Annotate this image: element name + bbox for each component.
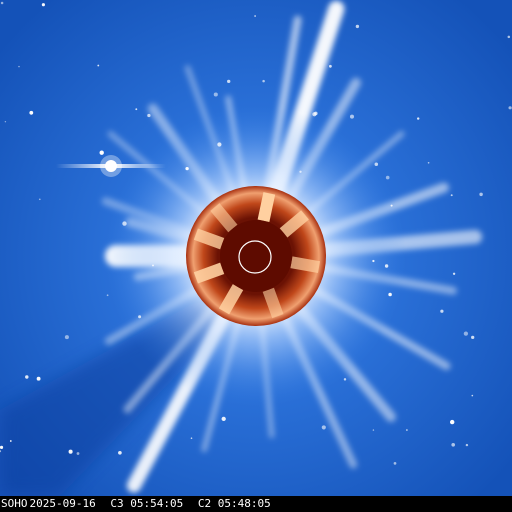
star: [471, 394, 474, 397]
star: [343, 378, 347, 381]
star: [417, 117, 420, 120]
star: [427, 161, 430, 164]
caption-bar: SOHO 2025-09-16 C3 05:54:05 C2 05:48:05: [0, 496, 512, 512]
star: [36, 376, 41, 381]
star: [38, 198, 41, 201]
star: [507, 35, 511, 39]
star: [299, 170, 302, 173]
star: [479, 192, 483, 197]
star: [152, 264, 154, 267]
star: [118, 450, 122, 455]
star: [329, 64, 332, 68]
star: [97, 64, 100, 67]
star: [217, 142, 222, 147]
star: [185, 166, 189, 171]
star: [0, 445, 4, 450]
star: [9, 440, 12, 442]
star: [135, 108, 138, 111]
caption-observatory: SOHO: [1, 497, 28, 510]
star: [406, 429, 408, 431]
star: [221, 416, 226, 422]
caption-c2-time: C2 05:48:05: [197, 497, 271, 510]
star: [254, 15, 256, 17]
star: [190, 437, 193, 439]
star: [18, 65, 20, 68]
caption-date: 2025-09-16: [29, 497, 96, 510]
star: [321, 425, 326, 430]
star: [349, 114, 355, 119]
occulter-core: [220, 220, 292, 292]
star: [25, 375, 29, 379]
star: [314, 111, 318, 116]
star: [68, 449, 73, 454]
star: [465, 443, 469, 447]
coronagraph-image: SOHO 2025-09-16 C3 05:54:05 C2 05:48:05: [0, 0, 512, 512]
star: [227, 79, 231, 84]
coronagraph-view: [0, 0, 512, 496]
inner-streamer: [290, 256, 321, 274]
star: [450, 194, 453, 197]
star: [372, 429, 375, 431]
star: [41, 3, 45, 7]
star: [388, 292, 392, 297]
star: [451, 442, 456, 447]
star: [385, 175, 390, 180]
star: [106, 294, 109, 297]
star: [384, 264, 389, 268]
star: [508, 106, 512, 110]
star: [440, 309, 444, 313]
star: [372, 259, 375, 263]
star: [213, 92, 218, 97]
inner-streamer: [257, 192, 276, 223]
star: [463, 331, 469, 336]
star: [76, 452, 80, 455]
star: [29, 110, 34, 115]
star: [355, 24, 360, 29]
star: [64, 335, 69, 340]
star: [390, 204, 393, 207]
star: [452, 272, 456, 275]
star: [122, 221, 127, 226]
star: [138, 315, 142, 319]
caption-c3-time: C3 05:54:05: [110, 497, 184, 510]
star: [0, 1, 4, 5]
star: [450, 419, 455, 425]
star: [393, 462, 397, 465]
star: [4, 120, 7, 123]
star: [147, 113, 151, 118]
star: [262, 79, 265, 83]
star: [471, 335, 475, 340]
star: [99, 150, 104, 155]
star: [374, 162, 379, 166]
